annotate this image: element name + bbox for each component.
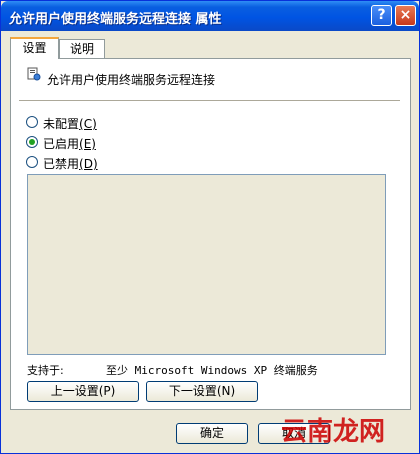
policy-icon	[27, 67, 41, 81]
close-button[interactable]: ×	[395, 5, 416, 26]
divider	[19, 100, 400, 101]
tab-settings[interactable]: 设置	[10, 37, 59, 59]
settings-panel: 允许用户使用终端服务远程连接 未配置(C) 已启用(E) 已禁用(D) 支持于:…	[10, 58, 411, 410]
window-title: 允许用户使用终端服务远程连接 属性	[9, 12, 222, 27]
watermark: 云南龙网	[281, 417, 386, 447]
radio-circle[interactable]	[26, 136, 38, 148]
supported-on-label: 支持于:	[27, 364, 64, 377]
radio-circle[interactable]	[26, 116, 38, 128]
tab-explain[interactable]: 说明	[59, 39, 105, 58]
radio-label: 已启用(E)	[43, 137, 96, 151]
radio-circle[interactable]	[26, 156, 38, 168]
ok-button[interactable]: 确定	[176, 423, 248, 444]
properties-dialog: 允许用户使用终端服务远程连接 属性 ? × 设置 说明 允许用户使用终端服务远程…	[0, 0, 420, 454]
radio-label: 已禁用(D)	[43, 157, 98, 171]
previous-setting-button[interactable]: 上一设置(P)	[27, 381, 139, 402]
radio-label: 未配置(C)	[43, 117, 97, 131]
setting-options-area	[27, 174, 386, 355]
next-setting-button[interactable]: 下一设置(N)	[146, 381, 258, 402]
supported-on-value: 至少 Microsoft Windows XP 终端服务	[106, 364, 318, 377]
policy-label: 允许用户使用终端服务远程连接	[47, 73, 216, 87]
title-bar[interactable]: 允许用户使用终端服务远程连接 属性 ? ×	[1, 1, 419, 31]
help-button[interactable]: ?	[371, 5, 392, 26]
